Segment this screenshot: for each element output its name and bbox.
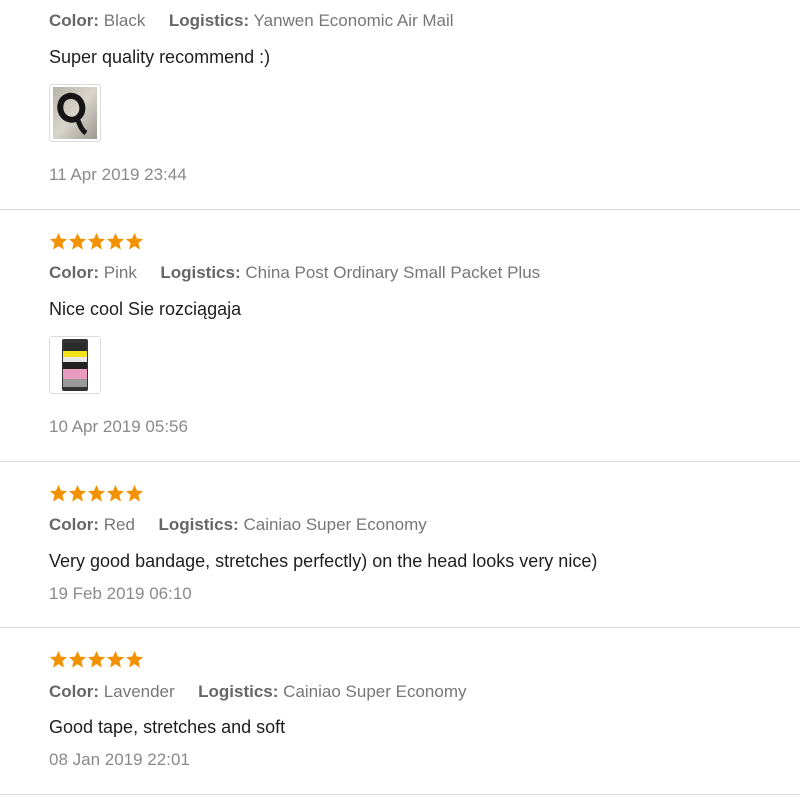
review-body: Color: Pink Logistics: China Post Ordina… bbox=[49, 210, 800, 461]
color-value: Red bbox=[103, 515, 135, 534]
review-photo-thumbnail[interactable] bbox=[49, 336, 101, 394]
logistics-label: Logistics: bbox=[168, 11, 250, 30]
star-icon bbox=[68, 650, 87, 668]
logistics-value: China Post Ordinary Small Packet Plus bbox=[245, 263, 541, 282]
review-body: Color: Black Logistics: Yanwen Economic … bbox=[49, 0, 800, 209]
review-text: Very good bandage, stretches perfectly) … bbox=[49, 551, 598, 571]
color-label: Color: bbox=[49, 515, 100, 534]
review-photo bbox=[53, 87, 97, 139]
star-rating bbox=[49, 232, 144, 252]
review-body: Color: Red Logistics: Cainiao Super Econ… bbox=[49, 462, 800, 627]
review-text: Good tape, stretches and soft bbox=[49, 717, 286, 737]
star-icon bbox=[87, 484, 106, 502]
star-icon bbox=[125, 232, 144, 250]
review-body: Color: Lavender Logistics: Cainiao Super… bbox=[49, 628, 800, 794]
review-list: Color: Black Logistics: Yanwen Economic … bbox=[0, 0, 800, 800]
logistics-value: Cainiao Super Economy bbox=[243, 515, 427, 534]
review-meta: Color: Red Logistics: Cainiao Super Econ… bbox=[49, 514, 427, 536]
review-item: Color: Lavender Logistics: Cainiao Super… bbox=[0, 628, 800, 795]
star-icon bbox=[68, 484, 87, 502]
color-label: Color: bbox=[49, 263, 100, 282]
star-icon bbox=[106, 484, 125, 502]
review-meta: Color: Lavender Logistics: Cainiao Super… bbox=[49, 681, 467, 703]
color-label: Color: bbox=[49, 682, 100, 701]
review-text: Super quality recommend :) bbox=[49, 47, 271, 67]
star-icon bbox=[87, 232, 106, 250]
review-meta: Color: Black Logistics: Yanwen Economic … bbox=[49, 10, 454, 32]
star-icon bbox=[125, 650, 144, 668]
logistics-value: Cainiao Super Economy bbox=[283, 682, 467, 701]
review-date: 19 Feb 2019 06:10 bbox=[49, 584, 192, 603]
review-photo-thumbnail[interactable] bbox=[49, 84, 101, 142]
star-rating bbox=[49, 650, 144, 670]
star-icon bbox=[125, 484, 144, 502]
logistics-label: Logistics: bbox=[158, 515, 239, 534]
star-icon bbox=[87, 650, 106, 668]
star-icon bbox=[106, 650, 125, 668]
logistics-label: Logistics: bbox=[198, 682, 279, 701]
review-meta: Color: Pink Logistics: China Post Ordina… bbox=[49, 262, 540, 284]
star-icon bbox=[49, 650, 68, 668]
logistics-label: Logistics: bbox=[160, 263, 241, 282]
review-date: 11 Apr 2019 23:44 bbox=[49, 165, 187, 184]
review-date: 08 Jan 2019 22:01 bbox=[49, 750, 190, 769]
review-date: 10 Apr 2019 05:56 bbox=[49, 417, 188, 436]
review-text: Nice cool Sie rozciągaja bbox=[49, 299, 242, 319]
review-item: Color: Pink Logistics: China Post Ordina… bbox=[0, 210, 800, 462]
star-icon bbox=[68, 232, 87, 250]
star-rating bbox=[49, 484, 144, 504]
star-icon bbox=[49, 484, 68, 502]
review-item: Color: Black Logistics: Yanwen Economic … bbox=[0, 0, 800, 210]
star-icon bbox=[106, 232, 125, 250]
logistics-value: Yanwen Economic Air Mail bbox=[253, 11, 454, 30]
review-photo bbox=[50, 337, 100, 393]
star-icon bbox=[49, 232, 68, 250]
color-value: Pink bbox=[103, 263, 137, 282]
color-value: Black bbox=[103, 11, 146, 30]
review-item: Color: Red Logistics: Cainiao Super Econ… bbox=[0, 462, 800, 628]
color-label: Color: bbox=[49, 11, 100, 30]
color-value: Lavender bbox=[103, 682, 175, 701]
